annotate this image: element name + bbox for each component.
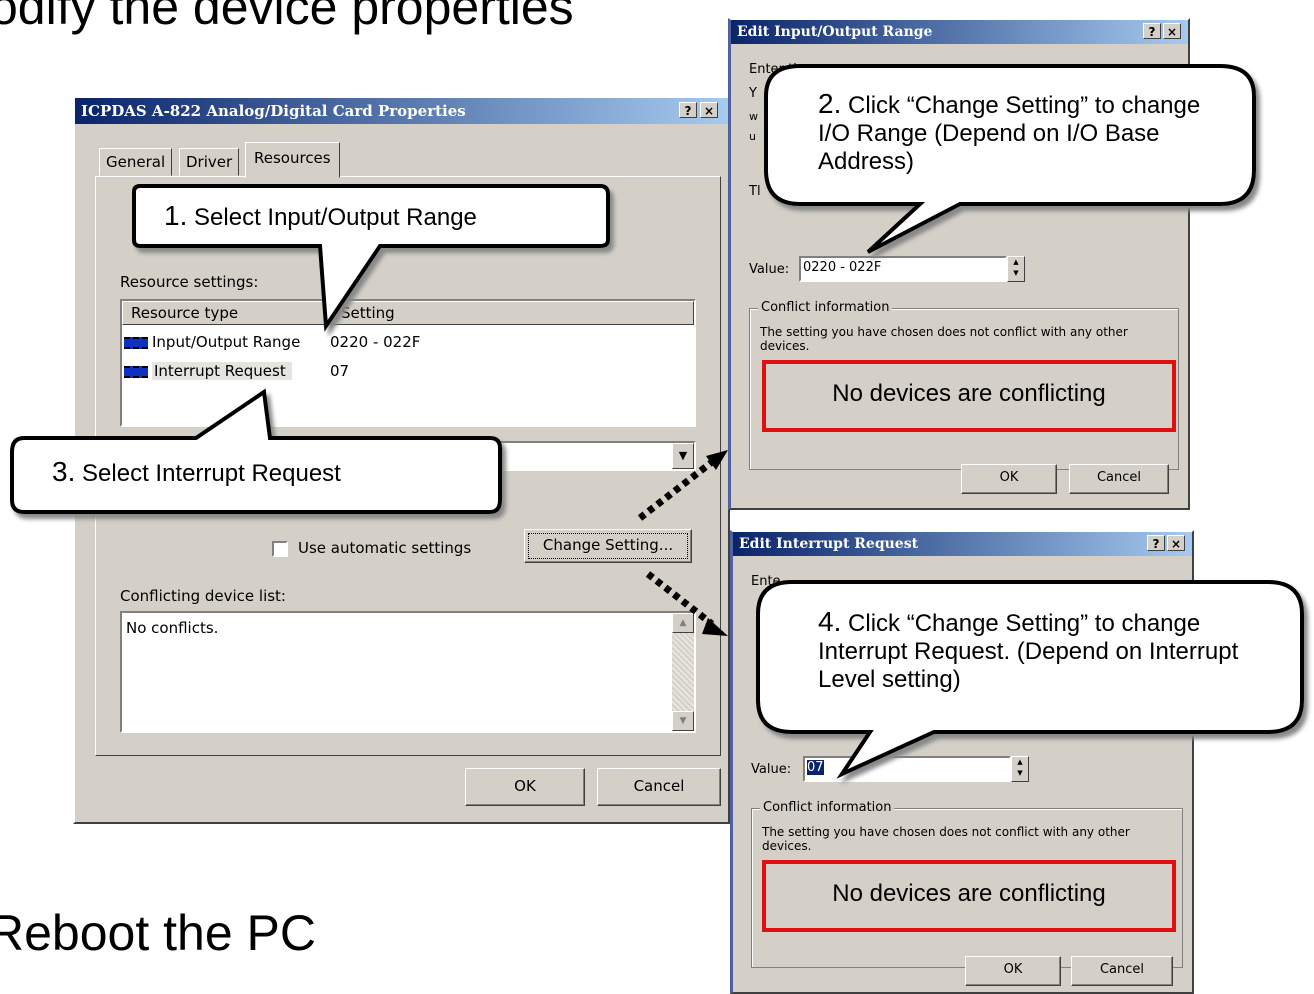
callout-4-label: Click “Change Setting” to change Interru… <box>818 610 1239 693</box>
callout-3-number: 3. <box>52 456 76 487</box>
callout-4-text: 4. Click “Change Setting” to change Inte… <box>818 608 1296 694</box>
arrow-to-irq-dialog <box>645 571 715 627</box>
io-no-conflict-text: No devices are conflicting <box>832 380 1106 407</box>
callout-3-bubble <box>10 388 502 514</box>
callout-1-label: Select Input/Output Range <box>194 204 477 231</box>
io-no-conflict-highlight: No devices are conflicting <box>762 360 1176 432</box>
callout-3-text: 3. Select Interrupt Request <box>52 458 341 488</box>
callout-4-number: 4. <box>818 606 842 637</box>
arrow-head-irq <box>702 618 728 636</box>
callout-1-number: 1. <box>164 200 188 231</box>
callout-2-text: 2. Click “Change Setting” to change I/O … <box>818 90 1238 176</box>
irq-no-conflict-text: No devices are conflicting <box>832 880 1106 907</box>
callout-2-label: Click “Change Setting” to change I/O Ran… <box>818 92 1201 175</box>
tab-resources-label: Resources <box>254 149 331 167</box>
callout-3-label: Select Interrupt Request <box>82 460 341 487</box>
irq-no-conflict-highlight: No devices are conflicting <box>762 860 1176 932</box>
arrow-head-io <box>706 450 728 470</box>
tab-resources[interactable]: Resources <box>245 142 340 178</box>
arrow-to-io-dialog <box>637 459 715 521</box>
callout-1-text: 1. Select Input/Output Range <box>164 202 477 232</box>
callout-2-number: 2. <box>818 88 842 119</box>
